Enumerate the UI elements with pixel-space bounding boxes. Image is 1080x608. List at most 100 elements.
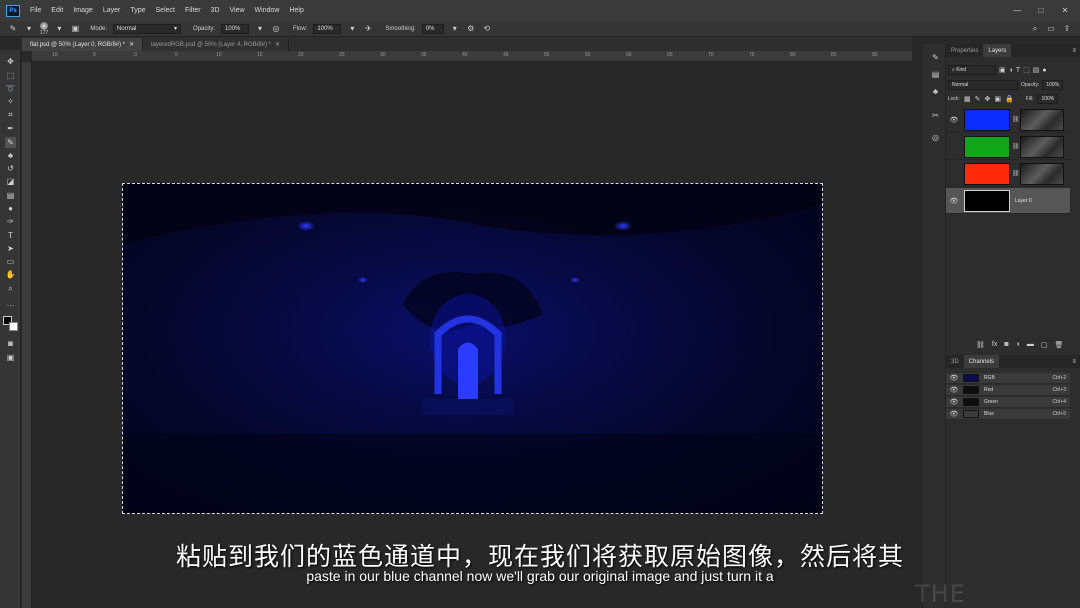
layer-row-red[interactable]: ⛓ xyxy=(946,161,1070,187)
chevron-down-icon[interactable]: ▾ xyxy=(255,24,265,34)
dodge-tool-icon[interactable]: ● xyxy=(5,203,16,214)
share-icon[interactable]: ⇪ xyxy=(1062,24,1072,34)
lock-position-icon[interactable]: ✥ xyxy=(984,95,990,103)
mode-select[interactable]: Normal ▾ xyxy=(113,23,182,34)
tab-channels[interactable]: Channels xyxy=(963,355,1000,368)
menu-select[interactable]: Select xyxy=(156,7,175,14)
chevron-down-icon[interactable]: ▾ xyxy=(54,24,64,34)
filter-shape-icon[interactable]: ⬚ xyxy=(1023,66,1030,74)
path-select-icon[interactable]: ➤ xyxy=(5,243,16,254)
fill-field[interactable]: 100% xyxy=(1037,94,1059,104)
brush-settings-panel-icon[interactable]: ▤ xyxy=(930,69,941,80)
flow-field[interactable]: 100% xyxy=(313,23,342,34)
lock-artboard-icon[interactable]: ▣ xyxy=(994,95,1001,103)
filter-adjustment-icon[interactable]: ◑ xyxy=(1009,67,1013,74)
layer-mask-thumbnail[interactable] xyxy=(1020,135,1064,158)
close-icon[interactable]: ✕ xyxy=(275,41,280,48)
adjustment-layer-icon[interactable]: ◑ xyxy=(1016,341,1020,351)
chevron-down-icon[interactable]: ▾ xyxy=(24,24,34,34)
brush-tool-icon[interactable]: ✎ xyxy=(5,137,16,148)
mask-link-icon[interactable]: ⛓ xyxy=(1012,170,1020,177)
lock-pixels-icon[interactable]: ✎ xyxy=(975,95,981,103)
tab-properties[interactable]: Properties xyxy=(946,44,983,57)
layer-mask-thumbnail[interactable] xyxy=(1020,162,1064,185)
marquee-tool-icon[interactable]: ⬚ xyxy=(5,70,16,81)
brush-tool-icon[interactable]: ✎ xyxy=(8,24,18,34)
brush-preset-picker[interactable]: 177 xyxy=(40,21,48,36)
menu-layer[interactable]: Layer xyxy=(103,7,121,14)
blend-mode-select[interactable]: Normal xyxy=(948,80,1018,90)
eraser-tool-icon[interactable]: ◪ xyxy=(5,176,16,187)
history-brush-icon[interactable]: ↺ xyxy=(5,163,16,174)
stamp-tool-icon[interactable]: ♣ xyxy=(5,150,16,161)
layer-row-green[interactable]: ⛓ xyxy=(946,134,1070,160)
airbrush-icon[interactable]: ✈ xyxy=(363,24,373,34)
magic-wand-tool-icon[interactable]: ✧ xyxy=(5,96,16,107)
channel-row-green[interactable]: 👁 Green Ctrl+4 xyxy=(946,397,1070,408)
chevron-down-icon[interactable]: ▾ xyxy=(450,24,460,34)
panel-menu-icon[interactable]: ≡ xyxy=(1072,359,1076,365)
menu-window[interactable]: Window xyxy=(255,7,280,14)
visibility-eye-icon[interactable]: 👁 xyxy=(949,116,959,124)
eyedropper-tool-icon[interactable]: ✒ xyxy=(5,123,16,134)
new-layer-icon[interactable]: ▢ xyxy=(1041,341,1048,351)
lasso-tool-icon[interactable]: ➰ xyxy=(5,83,16,94)
channel-row-rgb[interactable]: 👁 RGB Ctrl+2 xyxy=(946,373,1070,384)
layer-mask-thumbnail[interactable] xyxy=(1020,108,1064,131)
ruler-horizontal[interactable]: 1050510152025303540455055606570758085909… xyxy=(32,51,912,62)
hand-tool-icon[interactable]: ✋ xyxy=(5,269,16,280)
close-icon[interactable]: ✕ xyxy=(1060,6,1070,15)
gradient-tool-icon[interactable]: ▤ xyxy=(5,190,16,201)
tab-layers[interactable]: Layers xyxy=(983,44,1012,57)
menu-file[interactable]: File xyxy=(30,7,41,14)
panel-menu-icon[interactable]: ≡ xyxy=(1072,48,1076,54)
minimize-icon[interactable]: — xyxy=(1012,6,1022,15)
smoothing-field[interactable]: 0% xyxy=(421,23,444,34)
channel-row-blue[interactable]: 👁 Blue Ctrl+5 xyxy=(946,409,1070,420)
pen-tool-icon[interactable]: ✑ xyxy=(5,216,16,227)
search-icon[interactable]: ⌕ xyxy=(1030,24,1040,34)
screen-mode-icon[interactable]: ▣ xyxy=(5,352,16,363)
tab-layered-rgb-psd[interactable]: layeredRGB.psd @ 50% (Layer 4, RGB/8#) *… xyxy=(143,38,290,51)
mask-link-icon[interactable]: ⛓ xyxy=(1012,143,1020,150)
ruler-vertical[interactable] xyxy=(22,62,32,608)
trash-icon[interactable]: 🗑 xyxy=(1054,341,1063,351)
close-icon[interactable]: ✕ xyxy=(129,41,134,48)
menu-type[interactable]: Type xyxy=(130,7,145,14)
type-tool-icon[interactable]: T xyxy=(5,230,16,241)
workspace-icon[interactable]: ▭ xyxy=(1046,24,1056,34)
tool-presets-icon[interactable]: ✂ xyxy=(930,110,941,121)
link-layers-icon[interactable]: ⛓ xyxy=(976,341,985,351)
layer-filter-select[interactable]: ⌕ Kind xyxy=(948,65,996,75)
menu-filter[interactable]: Filter xyxy=(185,7,201,14)
visibility-eye-icon[interactable]: 👁 xyxy=(949,374,959,382)
brush-panel-icon[interactable]: ✎ xyxy=(930,52,941,63)
move-tool-icon[interactable]: ✥ xyxy=(5,56,16,67)
layer-name[interactable]: Layer 0 xyxy=(1015,198,1032,204)
pressure-opacity-icon[interactable]: ◎ xyxy=(271,24,281,34)
layer-opacity-field[interactable]: 100% xyxy=(1042,80,1064,90)
filter-toggle-icon[interactable]: ● xyxy=(1042,67,1046,74)
quick-mask-icon[interactable]: ◙ xyxy=(5,338,16,349)
crop-tool-icon[interactable]: ⌗ xyxy=(5,109,16,120)
symmetry-icon[interactable]: ⟲ xyxy=(482,24,492,34)
visibility-eye-icon[interactable]: 👁 xyxy=(949,410,959,418)
document-canvas[interactable] xyxy=(122,183,823,514)
lock-transparent-icon[interactable]: ▦ xyxy=(964,95,971,103)
layer-row-blue[interactable]: 👁 ⛓ xyxy=(946,107,1070,133)
tab-flat-psd[interactable]: flat.psd @ 50% (Layer 0, RGB/8#) * ✕ xyxy=(22,38,144,51)
shape-tool-icon[interactable]: ▭ xyxy=(5,256,16,267)
mask-link-icon[interactable]: ⛓ xyxy=(1012,116,1020,123)
clone-source-icon[interactable]: ♣ xyxy=(930,86,941,97)
visibility-eye-icon[interactable]: 👁 xyxy=(949,398,959,406)
brush-settings-icon[interactable]: ▣ xyxy=(70,24,80,34)
menu-edit[interactable]: Edit xyxy=(51,7,63,14)
menu-image[interactable]: Image xyxy=(73,7,92,14)
more-tools-icon[interactable]: … xyxy=(5,298,16,309)
filter-type-icon[interactable]: T xyxy=(1016,67,1020,74)
menu-3d[interactable]: 3D xyxy=(211,7,220,14)
tab-3d[interactable]: 3D xyxy=(946,355,964,368)
opacity-field[interactable]: 100% xyxy=(221,23,250,34)
zoom-tool-icon[interactable]: ⌕ xyxy=(5,283,16,294)
gear-icon[interactable]: ⚙ xyxy=(466,24,476,34)
